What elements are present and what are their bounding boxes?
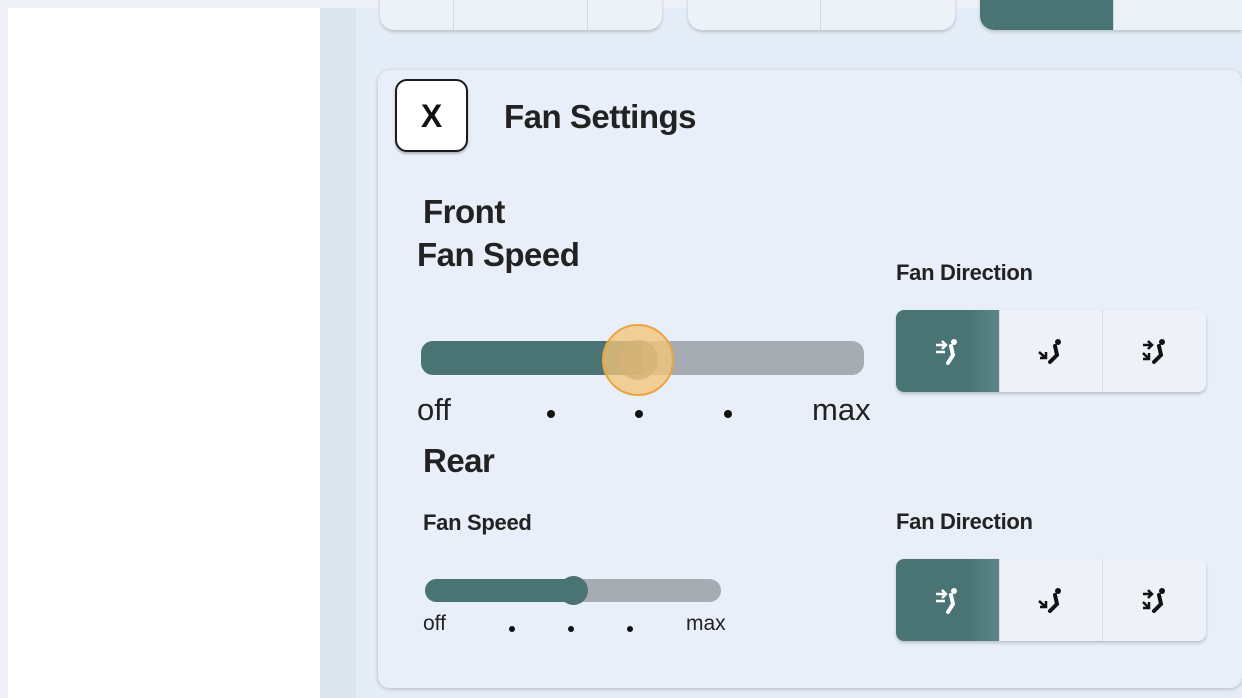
front-scale-max: max [812, 392, 871, 427]
airflow-face-icon [936, 339, 958, 365]
front-fan-speed-label: Fan Speed [417, 236, 580, 273]
rear-scale-max: max [686, 612, 726, 635]
airflow-feet-icon [1038, 339, 1061, 364]
top-control-card-2 [688, 0, 955, 30]
front-scale-dot [547, 410, 555, 418]
rear-fan-direction-control [896, 559, 1206, 641]
airflow-face-icon [936, 588, 958, 614]
top-card-1-segment-1[interactable] [380, 0, 454, 30]
top-card-1-segment-2[interactable] [454, 0, 588, 30]
rear-scale-dot [568, 626, 574, 632]
airflow-feet-icon [1038, 588, 1061, 613]
rear-direction-face-feet-button[interactable] [1103, 559, 1206, 641]
top-control-card-1 [380, 0, 662, 30]
rear-fan-speed-label: Fan Speed [423, 510, 532, 535]
close-button-label: X [420, 97, 443, 134]
top-card-2-segment-1[interactable] [688, 0, 821, 30]
front-scale-dot [724, 410, 732, 418]
front-direction-face-button[interactable] [896, 310, 1000, 392]
front-scale-dot [635, 410, 643, 418]
front-direction-feet-button[interactable] [1000, 310, 1104, 392]
front-slider-thumb-core [618, 340, 658, 380]
left-pane [8, 8, 320, 698]
rear-scale-off: off [423, 612, 446, 635]
rear-fan-direction-label: Fan Direction [896, 509, 1033, 534]
top-card-2-segment-2[interactable] [821, 0, 955, 30]
rear-slider-fill [425, 579, 573, 602]
top-card-1-segment-3[interactable] [588, 0, 662, 30]
airflow-face-feet-icon [1141, 588, 1165, 613]
top-card-3-segment-1[interactable] [980, 0, 1114, 30]
rear-scale-dot [509, 626, 515, 632]
panel-title: Fan Settings [504, 98, 697, 135]
rear-slider-thumb[interactable] [559, 576, 588, 605]
top-card-3-segment-2[interactable] [1114, 0, 1242, 30]
front-slider-thumb[interactable] [602, 324, 674, 396]
rear-heading: Rear [423, 442, 495, 479]
close-button[interactable]: X [395, 79, 468, 152]
rear-scale-dot [627, 626, 633, 632]
top-control-card-3 [980, 0, 1242, 30]
front-scale-off: off [417, 392, 451, 427]
airflow-face-feet-icon [1141, 339, 1165, 364]
front-heading: Front [423, 193, 505, 230]
rear-direction-feet-button[interactable] [1000, 559, 1104, 641]
side-rail [320, 8, 356, 698]
front-direction-face-feet-button[interactable] [1103, 310, 1206, 392]
front-fan-direction-control [896, 310, 1206, 392]
rear-direction-face-button[interactable] [896, 559, 1000, 641]
front-fan-direction-label: Fan Direction [896, 260, 1033, 285]
